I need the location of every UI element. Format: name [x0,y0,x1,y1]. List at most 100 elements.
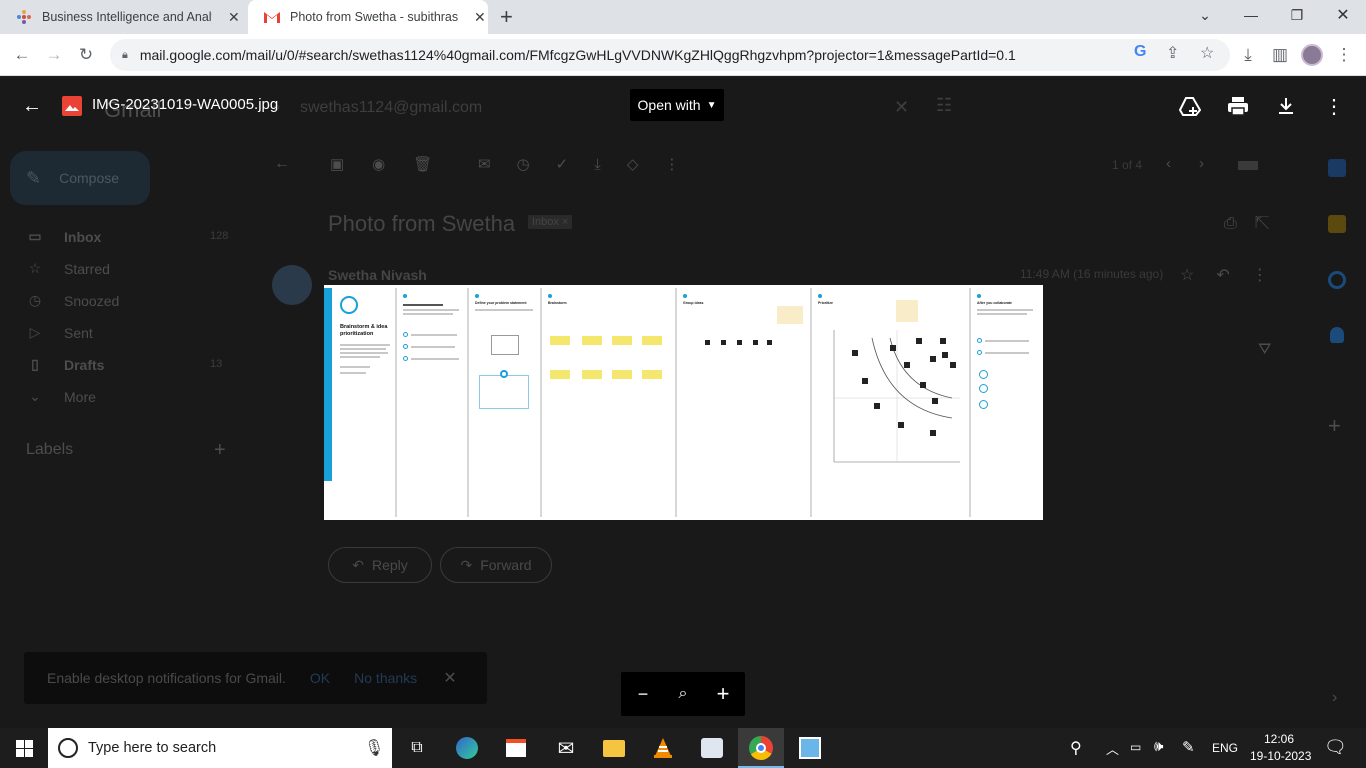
sidebar-item-label: Starred [64,260,110,277]
zoom-out-icon[interactable]: − [631,682,655,706]
tasks-icon[interactable] [1328,271,1346,289]
browser-tab[interactable]: Business Intelligence and Analyti ✕ [0,0,246,34]
image-preview[interactable]: Brainstorm & idea prioritization Define … [324,285,1043,520]
zoom-reset-icon[interactable]: ⌕ [671,682,695,706]
chevron-up-icon[interactable]: ︿ [1106,739,1119,758]
accent-bar [324,288,332,481]
mail-toolbar-icons: ▣◉🗑︎ [330,156,461,173]
url-text: mail.google.com/mail/u/0/#search/swethas… [139,47,1016,63]
zoom-controls: − ⌕ + [621,672,745,716]
forward-button[interactable]: ↷ Forward [440,547,552,583]
tab-title: Business Intelligence and Analyti [42,10,212,24]
menu-icon[interactable]: ⋮ [1332,43,1356,67]
pen-icon[interactable]: ✎ [1182,738,1195,756]
edge-icon[interactable] [455,736,479,760]
tab-search-icon[interactable]: ⌄ [1182,0,1228,30]
close-window-icon[interactable]: ✕ [1320,0,1366,30]
forward-icon[interactable]: → [42,43,66,67]
reload-icon[interactable]: ↻ [74,43,98,67]
clock-icon: ◷ [28,292,42,308]
pagination: 1 of 4 [1112,158,1143,172]
zoom-in-icon[interactable]: + [711,681,735,706]
close-icon[interactable]: ✕ [228,9,240,26]
volume-icon[interactable]: 🕪︎ [1154,738,1163,755]
keep-icon[interactable] [1328,215,1346,233]
sidebar-item-starred[interactable]: ☆ Starred [26,260,110,277]
inbox-chip-label: Inbox [532,216,559,228]
photos-icon[interactable] [700,736,724,760]
add-to-drive-icon[interactable] [1178,94,1202,118]
sidebar-item-drafts[interactable]: ▯ Drafts [26,356,104,373]
back-icon[interactable]: ← [10,43,34,67]
add-to-drive-icon[interactable]: ⛛ [1258,341,1271,359]
store-icon[interactable] [504,736,528,760]
notifications-icon[interactable]: 🗨︎ [1324,737,1347,758]
get-addons-icon[interactable]: + [1328,413,1341,439]
download-icon[interactable] [1274,94,1298,118]
panel-title: Brainstorm & idea prioritization [340,324,388,337]
new-tab-icon[interactable]: + [500,4,513,30]
close-viewer-icon[interactable]: ← [22,95,42,118]
microphone-icon[interactable]: 🎙︎ [364,738,384,758]
sidebar-item-snoozed[interactable]: ◷ Snoozed [26,292,119,309]
chrome-taskbar-button[interactable] [738,728,784,768]
panel-title: After you collaborate [977,301,1013,305]
vlc-icon[interactable] [651,736,675,760]
sidebar-item-inbox[interactable]: ▭ Inbox [26,228,101,245]
inbox-icon: ▭ [28,228,42,244]
restore-icon[interactable]: ❐ [1274,0,1320,30]
email-subject: Photo from Swetha [328,211,516,236]
file-explorer-icon[interactable] [602,736,626,760]
inbox-chip[interactable]: Inbox × [528,215,573,229]
windows-start-icon[interactable] [12,736,36,760]
toast-no-thanks-button[interactable]: No thanks [354,670,417,686]
image-panel-prioritize: Prioritize [812,288,971,517]
print-open-icons[interactable]: ⎙⇱ [1224,215,1288,233]
people-icon[interactable]: ⚲ [1070,738,1082,758]
download-icon[interactable]: ⤓ [1236,43,1260,67]
snip-icon[interactable] [798,736,822,760]
forward-icon: ↷ [460,556,473,573]
minimize-icon[interactable]: — [1228,0,1274,30]
more-options-icon[interactable]: ⋮ [1322,94,1346,118]
image-panel-after: After you collaborate [971,288,1043,517]
add-label-icon[interactable]: + [214,439,226,462]
pencil-icon: ✎ [26,167,42,188]
print-icon[interactable] [1226,94,1250,118]
battery-icon[interactable]: ▭ [1130,740,1141,754]
mail-icon[interactable]: ✉ [554,736,578,760]
clock-time[interactable]: 12:06 [1264,732,1294,746]
browser-tab-active[interactable]: Photo from Swetha - subithrasu ✕ [248,0,488,34]
compose-button[interactable]: ✎ Compose [10,151,150,205]
contacts-icon[interactable] [1330,327,1344,343]
task-view-icon[interactable]: ⧉ [405,736,429,760]
share-icon[interactable]: ⇪ [1166,43,1179,63]
close-icon[interactable]: ✕ [443,668,456,688]
open-with-button[interactable]: Open with ▼ [630,89,724,121]
show-side-panel-icon[interactable]: › [1332,689,1337,707]
sidebar-item-label: Inbox [64,228,102,245]
reply-button[interactable]: ↶ Reply [328,547,432,583]
toast-ok-button[interactable]: OK [310,670,330,686]
image-panel-steps [397,288,469,517]
keyboard-icon[interactable] [1238,161,1258,170]
panel-title: Prioritize [818,301,833,305]
avatar[interactable] [1300,43,1324,67]
pager-arrows[interactable]: ‹› [1166,155,1232,172]
sidepanel-icon[interactable]: ▥ [1268,43,1292,67]
close-icon[interactable]: ✕ [474,9,486,26]
google-icon[interactable]: G [1134,43,1146,61]
star-icon[interactable]: ☆ [1200,43,1214,63]
image-panel-group: Group ideas [677,288,812,517]
sidebar-item-sent[interactable]: ▷ Sent [26,324,93,341]
clock-date[interactable]: 19-10-2023 [1250,749,1311,763]
sidebar-item-more[interactable]: ⌄ More [26,388,96,405]
back-to-list-icon[interactable]: ← [274,155,290,173]
calendar-icon[interactable] [1328,159,1346,177]
language-indicator[interactable]: ENG [1212,741,1238,755]
omnibox[interactable]: 🔒︎ mail.google.com/mail/u/0/#search/swet… [110,39,1230,71]
sidebar-item-label: Drafts [64,356,105,373]
inbox-count: 128 [210,230,229,242]
taskbar-search[interactable]: Type here to search 🎙︎ [48,728,392,768]
star-reply-more-icons[interactable]: ☆↶⋮ [1180,265,1290,285]
